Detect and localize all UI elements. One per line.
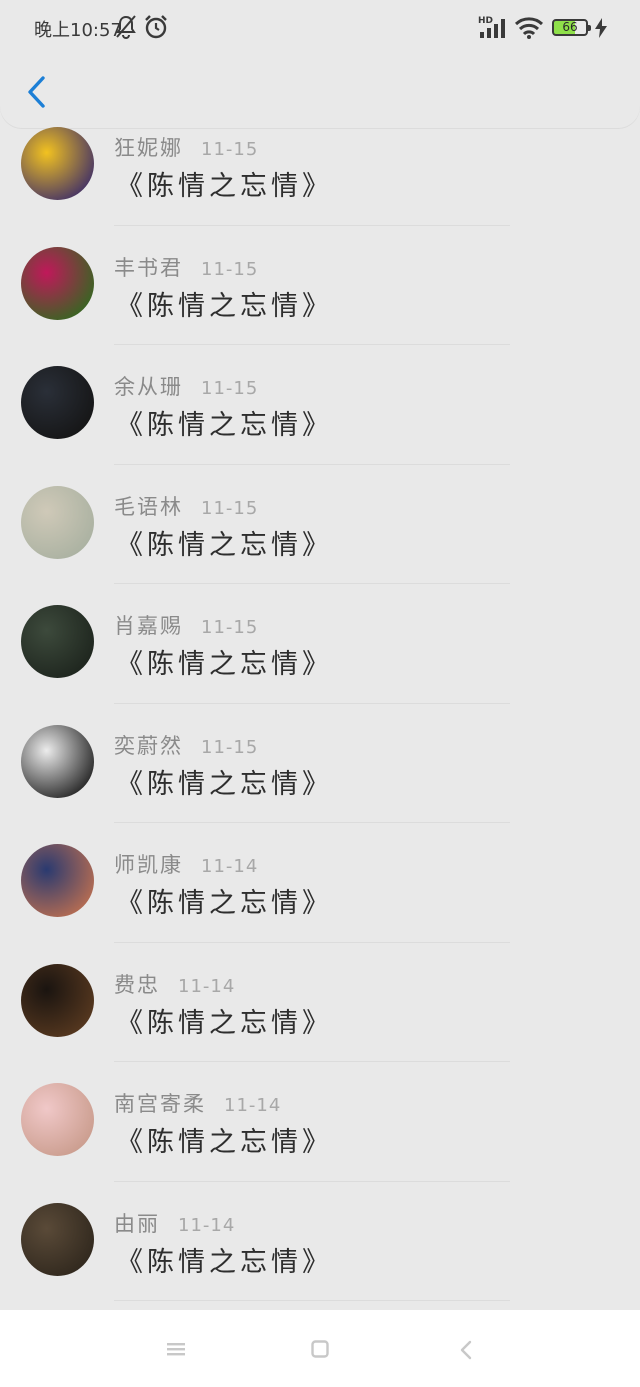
comment-message: 《陈情之忘情》 xyxy=(116,410,333,441)
commenter-name-text: 南宫寄柔 xyxy=(114,1092,206,1116)
comment-message: 《陈情之忘情》 xyxy=(116,1007,333,1039)
avatar[interactable] xyxy=(21,844,94,917)
commenter-name: 师凯康 11-14 xyxy=(114,849,258,879)
avatar[interactable] xyxy=(21,605,94,678)
divider xyxy=(114,941,510,943)
commenter-name-text: 肖嘉赐 xyxy=(114,614,183,638)
avatar[interactable] xyxy=(21,1202,94,1276)
alarm-icon xyxy=(143,14,169,45)
avatar[interactable] xyxy=(21,366,94,439)
avatar[interactable] xyxy=(21,963,94,1037)
comment-item[interactable]: 费忠 11-14 《陈情之忘情》 xyxy=(0,963,640,1085)
avatar[interactable] xyxy=(21,485,94,559)
battery-indicator: 66 xyxy=(552,19,591,36)
avatar[interactable] xyxy=(21,724,94,798)
charging-icon xyxy=(595,18,607,43)
wifi-icon xyxy=(514,16,544,45)
divider xyxy=(114,224,510,226)
comment-date: 11-14 xyxy=(224,1095,282,1116)
comment-date: 11-15 xyxy=(201,497,259,519)
comment-message: 《陈情之忘情》 xyxy=(116,290,333,322)
comment-date: 11-15 xyxy=(201,258,259,280)
comment-item[interactable]: 丰书君 11-15 《陈情之忘情》 xyxy=(0,246,640,368)
commenter-name-text: 丰书君 xyxy=(114,255,183,280)
comment-item[interactable]: 南宫寄柔 11-14 《陈情之忘情》 xyxy=(0,1083,640,1204)
comment-date: 11-14 xyxy=(178,1214,236,1236)
divider xyxy=(114,583,510,584)
comment-item[interactable]: 奕蔚然 11-15 《陈情之忘情》 xyxy=(0,724,640,846)
comment-message: 《陈情之忘情》 xyxy=(116,1127,333,1158)
divider xyxy=(114,822,510,823)
system-nav-bar xyxy=(0,1310,640,1387)
network-label: HD xyxy=(478,16,493,26)
commenter-name: 狂妮娜 11-15 xyxy=(114,132,258,162)
screen: 晚上10:57 HD 66 狂妮娜 11-15 《陈情之忘情》 丰书君 11-1… xyxy=(0,0,640,1310)
commenter-name-text: 师凯康 xyxy=(114,853,183,877)
comment-date: 11-15 xyxy=(201,736,259,758)
menu-icon[interactable] xyxy=(166,1341,186,1361)
comment-date: 11-15 xyxy=(201,139,259,160)
comment-date: 11-15 xyxy=(201,378,259,399)
commenter-name: 肖嘉赐 11-15 xyxy=(114,610,258,640)
divider xyxy=(114,702,510,704)
home-square-icon[interactable] xyxy=(311,1340,329,1362)
divider xyxy=(114,1061,510,1062)
comment-message: 《陈情之忘情》 xyxy=(116,529,333,561)
comment-item[interactable]: 由丽 11-14 《陈情之忘情》 xyxy=(0,1202,640,1311)
commenter-name-text: 由丽 xyxy=(114,1211,160,1236)
commenter-name: 余从珊 11-15 xyxy=(114,371,258,401)
chevron-left-icon xyxy=(25,75,47,113)
comment-date: 11-14 xyxy=(201,856,259,877)
commenter-name-text: 毛语林 xyxy=(114,494,183,519)
avatar[interactable] xyxy=(21,127,94,200)
comment-message: 《陈情之忘情》 xyxy=(116,1246,333,1278)
comment-list: 狂妮娜 11-15 《陈情之忘情》 丰书君 11-15 《陈情之忘情》 余从珊 11-15 《陈… xyxy=(0,127,640,1311)
status-time: 晚上10:57 xyxy=(34,20,122,41)
commenter-name-text: 费忠 xyxy=(114,972,160,997)
commenter-name: 奕蔚然 11-15 xyxy=(114,730,258,760)
signal-icon: HD xyxy=(478,14,510,45)
commenter-name-text: 狂妮娜 xyxy=(114,136,183,160)
header-bar xyxy=(0,56,640,128)
comment-date: 11-15 xyxy=(201,617,259,638)
commenter-name: 丰书君 11-15 xyxy=(114,252,258,282)
divider xyxy=(114,1180,510,1182)
divider xyxy=(114,1300,510,1301)
comment-message: 《陈情之忘情》 xyxy=(116,649,333,680)
comment-item[interactable]: 肖嘉赐 11-15 《陈情之忘情》 xyxy=(0,605,640,726)
commenter-name-text: 奕蔚然 xyxy=(114,733,183,758)
divider xyxy=(114,344,510,345)
commenter-name: 南宫寄柔 11-14 xyxy=(114,1088,281,1118)
divider xyxy=(114,463,510,465)
back-chevron-icon[interactable] xyxy=(460,1340,472,1364)
comment-message: 《陈情之忘情》 xyxy=(116,171,333,202)
avatar[interactable] xyxy=(21,246,94,320)
commenter-name: 费忠 11-14 xyxy=(114,969,235,999)
comment-date: 11-14 xyxy=(178,975,236,997)
commenter-name-text: 余从珊 xyxy=(114,375,183,399)
comment-item[interactable]: 毛语林 11-15 《陈情之忘情》 xyxy=(0,485,640,607)
comment-message: 《陈情之忘情》 xyxy=(116,768,333,800)
mute-bell-icon xyxy=(114,14,138,45)
commenter-name: 由丽 11-14 xyxy=(114,1208,235,1238)
comment-item[interactable]: 余从珊 11-15 《陈情之忘情》 xyxy=(0,366,640,487)
back-button[interactable] xyxy=(18,74,54,114)
comment-message: 《陈情之忘情》 xyxy=(116,888,333,919)
comment-item[interactable]: 狂妮娜 11-15 《陈情之忘情》 xyxy=(0,127,640,248)
status-bar: 晚上10:57 HD 66 xyxy=(0,0,640,56)
commenter-name: 毛语林 11-15 xyxy=(114,491,258,521)
avatar[interactable] xyxy=(21,1083,94,1156)
comment-item[interactable]: 师凯康 11-14 《陈情之忘情》 xyxy=(0,844,640,965)
